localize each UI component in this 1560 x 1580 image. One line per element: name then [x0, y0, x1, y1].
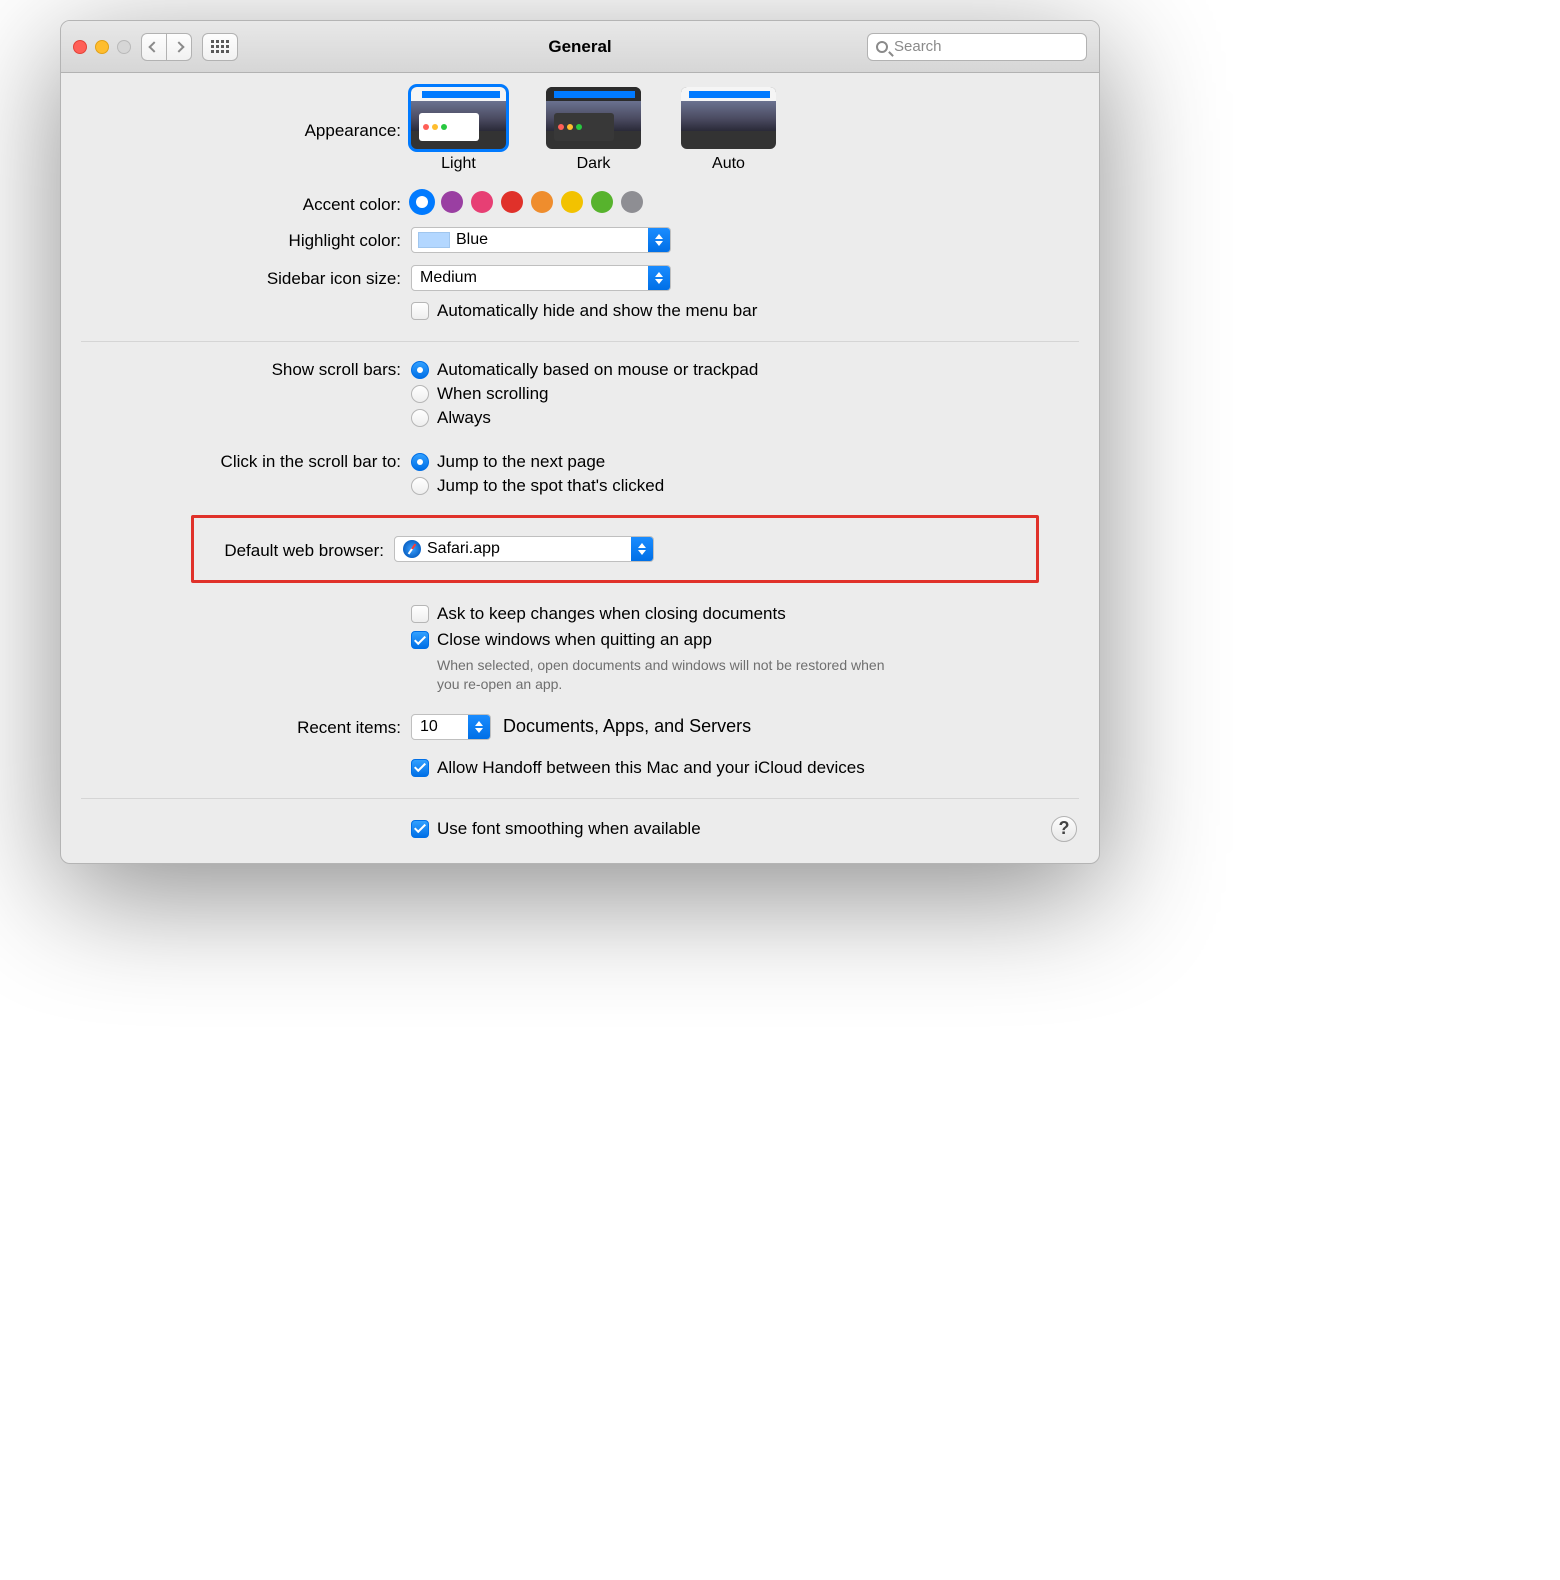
highlight-swatch: [418, 232, 450, 248]
highlight-color-label: Highlight color:: [61, 227, 411, 251]
appearance-option-light[interactable]: [411, 87, 506, 149]
forward-button[interactable]: [166, 33, 192, 61]
accent-green[interactable]: [591, 191, 613, 213]
recent-items-label: Recent items:: [61, 714, 411, 738]
auto-hide-menu-bar-label: Automatically hide and show the menu bar: [437, 301, 757, 321]
sidebar-icon-size-select[interactable]: Medium: [411, 265, 671, 291]
appearance-option-auto[interactable]: [681, 87, 776, 149]
appearance-auto-label: Auto: [712, 155, 745, 173]
scroll-always-radio[interactable]: [411, 409, 429, 427]
close-windows-checkbox[interactable]: [411, 631, 429, 649]
search-icon: [876, 41, 888, 53]
click-spot-radio[interactable]: [411, 477, 429, 495]
accent-graphite[interactable]: [621, 191, 643, 213]
highlight-color-select[interactable]: Blue: [411, 227, 671, 253]
scroll-auto-label: Automatically based on mouse or trackpad: [437, 360, 758, 380]
divider: [81, 341, 1079, 342]
default-browser-select[interactable]: Safari.app: [394, 536, 654, 562]
font-smoothing-label: Use font smoothing when available: [437, 819, 701, 839]
window-controls: [73, 40, 131, 54]
minimize-window-button[interactable]: [95, 40, 109, 54]
sidebar-icon-size-label: Sidebar icon size:: [61, 265, 411, 289]
default-browser-label: Default web browser:: [194, 537, 394, 561]
default-browser-value: Safari.app: [427, 540, 500, 558]
scroll-auto-radio[interactable]: [411, 361, 429, 379]
show-scroll-bars-label: Show scroll bars:: [61, 356, 411, 380]
safari-icon: [403, 540, 421, 558]
close-window-button[interactable]: [73, 40, 87, 54]
chevron-right-icon: [173, 41, 184, 52]
close-windows-label: Close windows when quitting an app: [437, 630, 712, 650]
ask-keep-changes-label: Ask to keep changes when closing documen…: [437, 604, 786, 624]
recent-items-value: 10: [412, 718, 438, 736]
highlight-color-value: Blue: [456, 231, 488, 249]
accent-purple[interactable]: [441, 191, 463, 213]
divider: [81, 798, 1079, 799]
appearance-light-label: Light: [441, 155, 476, 173]
accent-pink[interactable]: [471, 191, 493, 213]
click-spot-label: Jump to the spot that's clicked: [437, 476, 664, 496]
divider: [81, 583, 1079, 584]
appearance-option-dark[interactable]: [546, 87, 641, 149]
click-next-page-label: Jump to the next page: [437, 452, 605, 472]
search-input[interactable]: Search: [867, 33, 1087, 61]
ask-keep-changes-checkbox[interactable]: [411, 605, 429, 623]
click-next-page-radio[interactable]: [411, 453, 429, 471]
show-all-button[interactable]: [202, 33, 238, 61]
accent-yellow[interactable]: [561, 191, 583, 213]
accent-orange[interactable]: [531, 191, 553, 213]
back-button[interactable]: [141, 33, 166, 61]
zoom-window-button: [117, 40, 131, 54]
help-icon: ?: [1059, 818, 1070, 839]
scroll-always-label: Always: [437, 408, 491, 428]
chevron-left-icon: [148, 41, 159, 52]
accent-blue[interactable]: [411, 191, 433, 213]
font-smoothing-checkbox[interactable]: [411, 820, 429, 838]
toolbar: General Search: [61, 21, 1099, 73]
accent-color-group: [411, 191, 1077, 213]
preferences-window: General Search Appearance: Light: [60, 20, 1100, 864]
close-windows-note: When selected, open documents and window…: [437, 656, 897, 694]
recent-items-suffix: Documents, Apps, and Servers: [503, 716, 751, 737]
accent-color-label: Accent color:: [61, 191, 411, 215]
accent-red[interactable]: [501, 191, 523, 213]
help-button[interactable]: ?: [1051, 816, 1077, 842]
sidebar-icon-size-value: Medium: [412, 269, 477, 287]
default-browser-highlight: Default web browser: Safari.app: [191, 515, 1039, 583]
recent-items-select[interactable]: 10: [411, 714, 491, 740]
appearance-dark-label: Dark: [577, 155, 611, 173]
grid-icon: [211, 40, 229, 53]
click-scroll-bar-label: Click in the scroll bar to:: [61, 448, 411, 472]
scroll-when-scrolling-radio[interactable]: [411, 385, 429, 403]
scroll-when-scrolling-label: When scrolling: [437, 384, 549, 404]
auto-hide-menu-bar-checkbox[interactable]: [411, 302, 429, 320]
handoff-checkbox[interactable]: [411, 759, 429, 777]
handoff-label: Allow Handoff between this Mac and your …: [437, 758, 865, 778]
appearance-label: Appearance:: [61, 87, 411, 141]
search-placeholder: Search: [894, 38, 942, 55]
